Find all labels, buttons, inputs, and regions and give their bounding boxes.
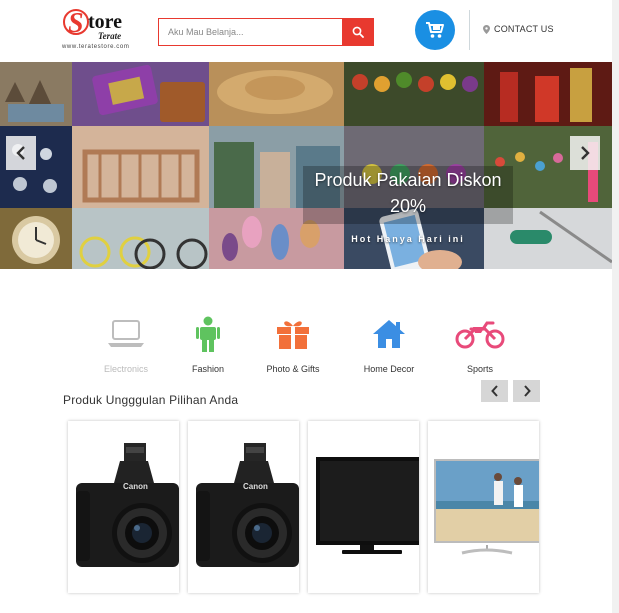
motorcycle-icon xyxy=(455,321,505,349)
chevron-left-icon xyxy=(16,146,25,160)
slider-next-button[interactable] xyxy=(570,136,600,170)
hero-slider: Produk Pakaian Diskon 20% Hot Hanya Hari… xyxy=(0,62,612,269)
category-label: Photo & Gifts xyxy=(266,364,320,374)
header: S tore Terate www.teratestore.com Aku Ma… xyxy=(0,0,619,62)
svg-text:S: S xyxy=(68,8,84,39)
slider-title-line1: Produk Pakaian Diskon xyxy=(314,170,502,190)
page: S tore Terate www.teratestore.com Aku Ma… xyxy=(0,0,619,613)
page-scrollbar[interactable] xyxy=(612,0,619,613)
search-bar xyxy=(158,18,374,46)
store-logo[interactable]: S tore Terate www.teratestore.com xyxy=(62,6,142,54)
map-pin-icon xyxy=(483,24,490,34)
search-button[interactable] xyxy=(342,18,374,46)
home-icon xyxy=(373,320,405,348)
product-card[interactable] xyxy=(308,421,419,593)
slider-title: Produk Pakaian Diskon 20% xyxy=(303,167,513,219)
camera-brand-label: Canon xyxy=(123,482,148,491)
camera-brand-label: Canon xyxy=(243,482,268,491)
tv-image xyxy=(316,457,419,554)
featured-next-button[interactable] xyxy=(513,380,540,402)
product-card[interactable] xyxy=(428,421,539,593)
category-home-decor[interactable]: Home Decor xyxy=(344,316,434,374)
search-icon xyxy=(352,26,364,38)
camera-image: Canon xyxy=(76,443,179,567)
search-input[interactable] xyxy=(159,19,343,45)
laptop-icon xyxy=(108,320,144,347)
slider-title-line2: 20% xyxy=(389,196,427,216)
product-card[interactable]: Canon xyxy=(68,421,179,593)
logo-url: www.teratestore.com xyxy=(62,44,130,50)
logo-subtitle: Terate xyxy=(98,31,122,41)
category-list: Electronics Fashion Photo & Gifts Home D… xyxy=(88,316,528,380)
chevron-right-icon xyxy=(523,385,531,397)
category-label: Home Decor xyxy=(363,364,415,374)
camera-image: Canon xyxy=(196,443,299,567)
chevron-left-icon xyxy=(490,385,498,397)
contact-label: CONTACT US xyxy=(494,24,554,34)
category-sports[interactable]: Sports xyxy=(435,316,525,374)
category-photo-gifts[interactable]: Photo & Gifts xyxy=(248,316,338,374)
tv-beach-image xyxy=(434,459,539,555)
contact-link[interactable]: CONTACT US xyxy=(483,24,554,34)
category-label: Electronics xyxy=(103,364,148,374)
featured-title: Produk Ungggulan Pilihan Anda xyxy=(63,393,239,407)
category-electronics[interactable]: Electronics xyxy=(81,316,171,374)
chevron-right-icon xyxy=(581,146,590,160)
cart-button[interactable] xyxy=(415,10,455,50)
product-card[interactable]: Canon xyxy=(188,421,299,593)
category-label: Sports xyxy=(466,364,493,374)
slider-prev-button[interactable] xyxy=(6,136,36,170)
cart-icon xyxy=(426,22,444,38)
slider-subtitle: Hot Hanya Hari ini xyxy=(351,234,465,244)
header-divider xyxy=(469,10,470,50)
category-fashion[interactable]: Fashion xyxy=(163,316,253,374)
featured-prev-button[interactable] xyxy=(481,380,508,402)
person-icon xyxy=(196,316,220,352)
gift-icon xyxy=(277,321,309,349)
category-label: Fashion xyxy=(191,364,225,374)
